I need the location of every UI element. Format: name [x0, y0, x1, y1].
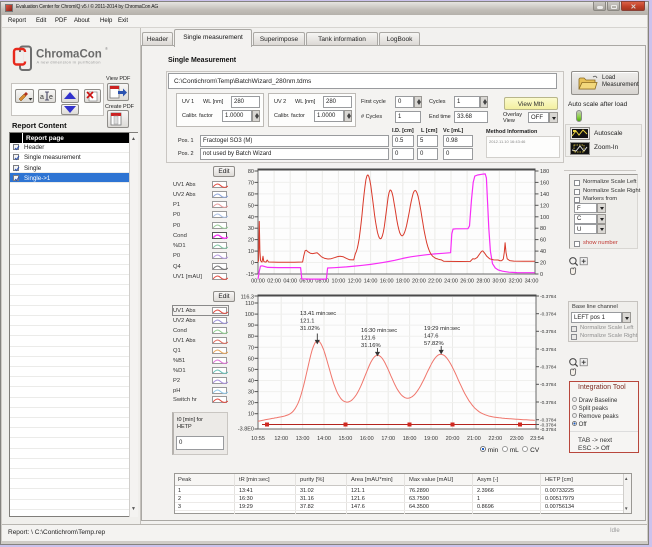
- svg-text:32:00: 32:00: [509, 279, 523, 285]
- svg-text:19:29 min:sec: 19:29 min:sec: [424, 326, 460, 332]
- svg-text:60: 60: [248, 192, 254, 198]
- svg-text:-0.3784: -0.3784: [540, 329, 557, 335]
- svg-text:20:00: 20:00: [446, 436, 460, 442]
- svg-text:100: 100: [245, 312, 254, 318]
- svg-text:12:00: 12:00: [348, 279, 362, 285]
- svg-text:-0.3784: -0.3784: [540, 400, 557, 406]
- svg-text:26:00: 26:00: [460, 279, 474, 285]
- svg-text:121.6: 121.6: [361, 336, 376, 342]
- svg-text:60: 60: [540, 238, 546, 244]
- svg-text:80: 80: [540, 226, 546, 232]
- svg-text:19:00: 19:00: [424, 436, 438, 442]
- svg-text:24:00: 24:00: [444, 279, 458, 285]
- svg-text:15:00: 15:00: [339, 436, 353, 442]
- svg-text:28:00: 28:00: [476, 279, 490, 285]
- svg-text:12:00: 12:00: [274, 436, 288, 442]
- svg-text:90: 90: [248, 323, 254, 329]
- svg-text:00:00: 00:00: [251, 279, 265, 285]
- svg-text:80: 80: [248, 169, 254, 175]
- svg-text:31.02%: 31.02%: [300, 326, 320, 332]
- svg-text:16:30 min:sec: 16:30 min:sec: [361, 328, 397, 334]
- svg-text:40: 40: [248, 215, 254, 221]
- svg-text:140: 140: [540, 192, 549, 198]
- svg-text:-0.3784: -0.3784: [540, 365, 557, 371]
- svg-text:30:00: 30:00: [492, 279, 506, 285]
- svg-text:10:55: 10:55: [251, 436, 265, 442]
- svg-text:0: 0: [251, 261, 254, 267]
- svg-text:20: 20: [248, 238, 254, 244]
- svg-text:70: 70: [248, 180, 254, 186]
- svg-text:0: 0: [540, 272, 543, 278]
- svg-text:10:00: 10:00: [332, 279, 346, 285]
- svg-text:17:00: 17:00: [381, 436, 395, 442]
- svg-text:18:00: 18:00: [396, 279, 410, 285]
- svg-text:20:00: 20:00: [412, 279, 426, 285]
- svg-text:50: 50: [248, 367, 254, 373]
- svg-text:180: 180: [540, 169, 549, 175]
- svg-text:20: 20: [540, 261, 546, 267]
- svg-text:-0.3784: -0.3784: [540, 312, 557, 318]
- svg-text:21:00: 21:00: [467, 436, 481, 442]
- svg-text:20: 20: [248, 401, 254, 407]
- svg-text:23:54: 23:54: [530, 436, 544, 442]
- svg-text:23:00: 23:00: [510, 436, 524, 442]
- svg-text:60: 60: [248, 356, 254, 362]
- svg-text:40: 40: [248, 379, 254, 385]
- svg-text:80: 80: [248, 334, 254, 340]
- svg-text:14:00: 14:00: [364, 279, 378, 285]
- svg-text:-0.3784: -0.3784: [540, 294, 557, 300]
- svg-text:22:00: 22:00: [488, 436, 502, 442]
- svg-text:-0.3784: -0.3784: [540, 427, 557, 433]
- svg-text:22:00: 22:00: [428, 279, 442, 285]
- svg-text:50: 50: [248, 203, 254, 209]
- svg-text:13.41 min:sec: 13.41 min:sec: [300, 311, 336, 317]
- svg-text:30: 30: [248, 226, 254, 232]
- svg-text:57.82%: 57.82%: [424, 341, 444, 347]
- svg-text:18:00: 18:00: [403, 436, 417, 442]
- svg-text:14:00: 14:00: [317, 436, 331, 442]
- svg-text:02:00: 02:00: [267, 279, 281, 285]
- svg-text:147.6: 147.6: [424, 334, 439, 340]
- svg-text:13:00: 13:00: [296, 436, 310, 442]
- svg-text:-15: -15: [246, 272, 254, 278]
- svg-text:10: 10: [248, 412, 254, 418]
- svg-text:110: 110: [245, 301, 254, 307]
- svg-text:100: 100: [540, 215, 549, 221]
- svg-text:30: 30: [248, 390, 254, 396]
- svg-text:-0.3784: -0.3784: [540, 382, 557, 388]
- svg-text:121.1: 121.1: [300, 319, 315, 325]
- svg-text:04:00: 04:00: [283, 279, 297, 285]
- svg-text:120: 120: [540, 203, 549, 209]
- svg-text:-3.8E0: -3.8E0: [238, 427, 254, 433]
- svg-text:34:00: 34:00: [525, 279, 539, 285]
- svg-text:10: 10: [248, 249, 254, 255]
- svg-text:40: 40: [540, 249, 546, 255]
- svg-text:-0.3784: -0.3784: [540, 347, 557, 353]
- svg-text:70: 70: [248, 345, 254, 351]
- svg-text:16:00: 16:00: [360, 436, 374, 442]
- svg-text:116.3: 116.3: [241, 295, 254, 301]
- svg-text:16:00: 16:00: [380, 279, 394, 285]
- svg-text:160: 160: [540, 180, 549, 186]
